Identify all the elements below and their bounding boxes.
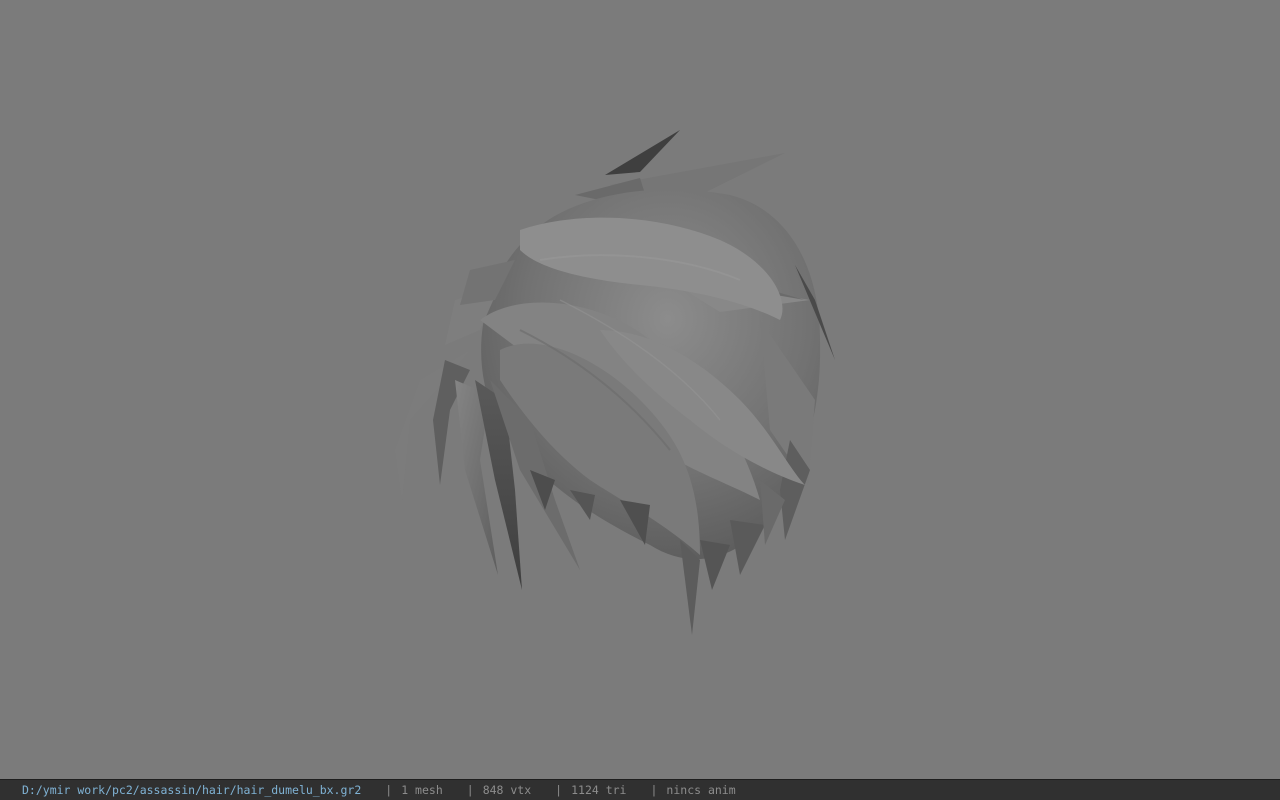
hair-spike: [730, 520, 765, 575]
vertex-count: 848 vtx: [482, 783, 532, 797]
separator: |: [385, 783, 393, 797]
triangle-count: 1124 tri: [571, 783, 627, 797]
mesh-count: 1 mesh: [401, 783, 443, 797]
hair-spike: [700, 540, 730, 590]
separator: |: [466, 783, 474, 797]
status-bar: D:/ymir work/pc2/assassin/hair/hair_dume…: [0, 779, 1280, 800]
hair-spike: [605, 130, 680, 175]
anim-status: nincs anim: [666, 783, 736, 797]
hair-model-render: [395, 130, 835, 635]
separator: |: [650, 783, 658, 797]
hair-spike: [570, 490, 595, 520]
separator: |: [555, 783, 563, 797]
file-path: D:/ymir work/pc2/assassin/hair/hair_dume…: [22, 783, 362, 797]
3d-viewport[interactable]: [0, 0, 1280, 779]
